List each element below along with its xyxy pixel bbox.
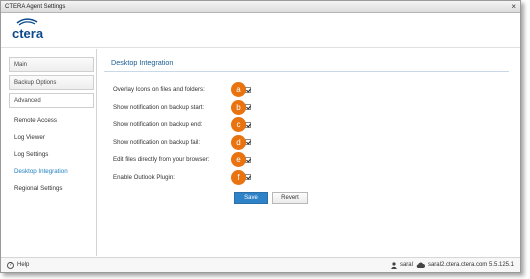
revert-button[interactable]: Revert [272, 192, 308, 204]
sidebar-button-main[interactable]: Main [9, 57, 94, 72]
sidebar-item-log-viewer[interactable]: Log Viewer [9, 129, 94, 146]
callout-badge: a [231, 82, 246, 97]
settings-window: CTERA Agent Settings × ctera Main Backup… [0, 0, 521, 273]
callout-badge: f [231, 169, 246, 185]
user-icon [391, 261, 397, 269]
setting-label: Show notification on backup start: [113, 103, 205, 111]
connection-info: saral saral2.ctera.ctera.com 5.5.125.1 [391, 261, 514, 269]
setting-label: Show notification on backup fail: [113, 138, 201, 146]
settings-list: Overlay Icons on files and folders: a Sh… [113, 81, 512, 186]
setting-label: Edit files directly from your browser: [113, 156, 210, 164]
advanced-menu: Remote Access Log Viewer Log Settings De… [9, 112, 94, 197]
help-label: Help [17, 262, 30, 268]
help-link[interactable]: ? Help [7, 261, 30, 269]
callout-badge: c [231, 117, 246, 132]
setting-row-notify-end: Show notification on backup end: c [113, 116, 512, 134]
close-icon[interactable]: × [511, 2, 516, 12]
setting-row-notify-fail: Show notification on backup fail: d [113, 134, 512, 152]
callout-badge: e [231, 152, 246, 167]
sidebar-divider [96, 49, 97, 256]
window-title: CTERA Agent Settings [5, 3, 66, 10]
callout-badge: b [231, 99, 246, 115]
callout-badge: d [231, 134, 246, 150]
sidebar-button-backup-options[interactable]: Backup Options [9, 75, 94, 90]
setting-label: Show notification on backup end: [113, 121, 203, 129]
sidebar-item-log-settings[interactable]: Log Settings [9, 146, 94, 163]
server-address: saral2.ctera.ctera.com 5.5.125.1 [427, 262, 514, 268]
setting-row-notify-start: Show notification on backup start: b [113, 99, 512, 117]
help-icon: ? [7, 261, 14, 269]
sidebar-button-label: Backup Options [14, 79, 57, 86]
main-panel: Desktop Integration Overlay Icons on fil… [104, 57, 512, 204]
sidebar-item-regional-settings[interactable]: Regional Settings [9, 180, 94, 197]
sidebar-item-remote-access[interactable]: Remote Access [9, 112, 94, 129]
username: saral [399, 262, 413, 268]
svg-text:ctera: ctera [12, 26, 44, 41]
setting-label: Overlay Icons on files and folders: [113, 86, 205, 94]
status-bar: ? Help saral saral2.ctera.ctera.com 5.5.… [1, 257, 520, 272]
sidebar-item-desktop-integration[interactable]: Desktop Integration [9, 163, 94, 180]
sidebar-button-label: Advanced [14, 97, 41, 104]
content-area: Main Backup Options Advanced Remote Acce… [1, 49, 520, 256]
logo-bar: ctera [1, 13, 520, 48]
title-bar: CTERA Agent Settings × [1, 1, 520, 13]
sidebar: Main Backup Options Advanced Remote Acce… [9, 57, 94, 197]
ctera-logo: ctera [12, 18, 44, 41]
setting-label: Enable Outlook Plugin: [113, 173, 175, 181]
section-title: Desktop Integration [104, 57, 509, 72]
action-buttons: Save Revert [234, 192, 512, 204]
setting-row-edit-browser: Edit files directly from your browser: e [113, 151, 512, 169]
setting-row-outlook-plugin: Enable Outlook Plugin: f [113, 169, 512, 187]
sidebar-button-label: Main [14, 61, 28, 68]
save-button[interactable]: Save [234, 192, 268, 204]
cloud-icon [416, 262, 425, 268]
setting-row-overlay-icons: Overlay Icons on files and folders: a [113, 81, 512, 99]
sidebar-button-advanced[interactable]: Advanced [9, 93, 94, 108]
